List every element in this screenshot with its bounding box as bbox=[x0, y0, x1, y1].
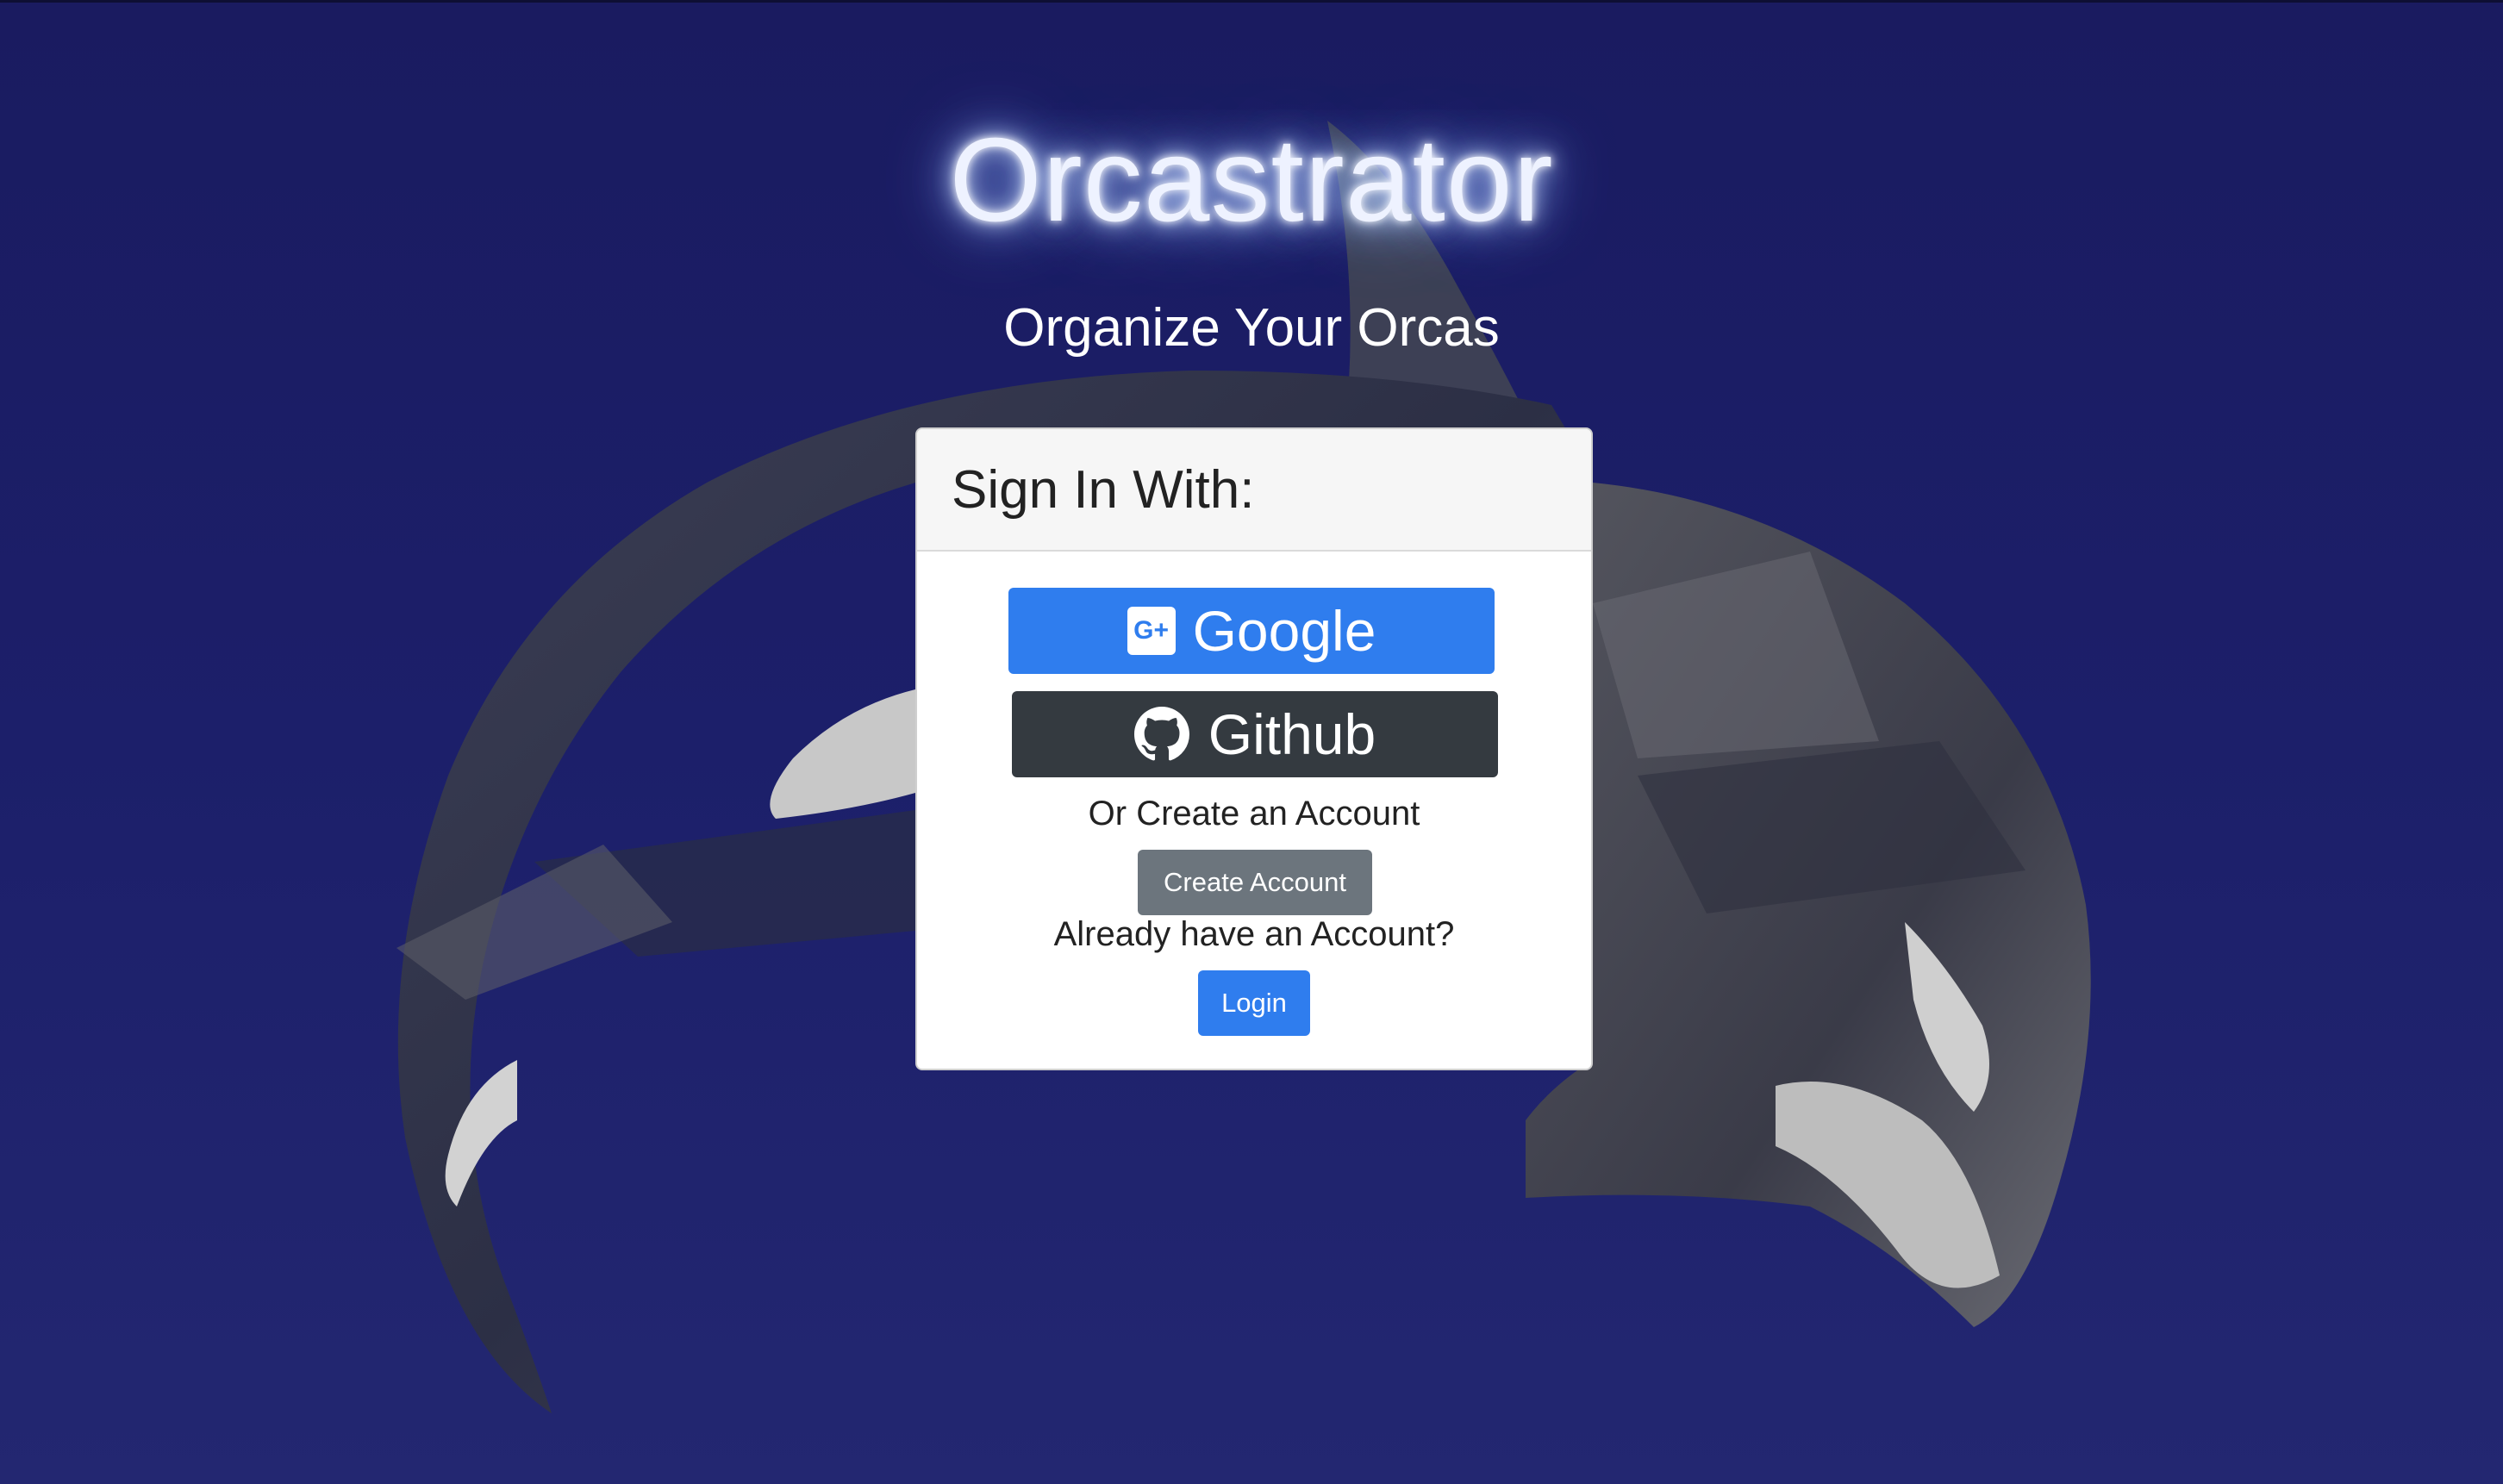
sign-in-card: Sign In With: G+ Google Github Or Create… bbox=[915, 427, 1593, 1070]
google-sign-in-button[interactable]: G+ Google bbox=[1008, 588, 1495, 674]
app-subtitle: Organize Your Orcas bbox=[1003, 298, 1500, 358]
create-account-button[interactable]: Create Account bbox=[1138, 850, 1372, 915]
login-button[interactable]: Login bbox=[1198, 970, 1310, 1036]
login-prompt: Already have an Account? bbox=[1053, 915, 1455, 953]
google-button-label: Google bbox=[1192, 599, 1376, 663]
google-plus-icon: G+ bbox=[1127, 607, 1176, 655]
github-button-label: Github bbox=[1208, 702, 1376, 766]
app-title: Orcastrator bbox=[949, 114, 1554, 246]
create-account-prompt: Or Create an Account bbox=[1088, 795, 1420, 832]
github-sign-in-button[interactable]: Github bbox=[1012, 691, 1498, 777]
card-header: Sign In With: bbox=[917, 429, 1591, 552]
github-icon bbox=[1133, 707, 1189, 761]
card-header-title: Sign In With: bbox=[952, 459, 1255, 520]
